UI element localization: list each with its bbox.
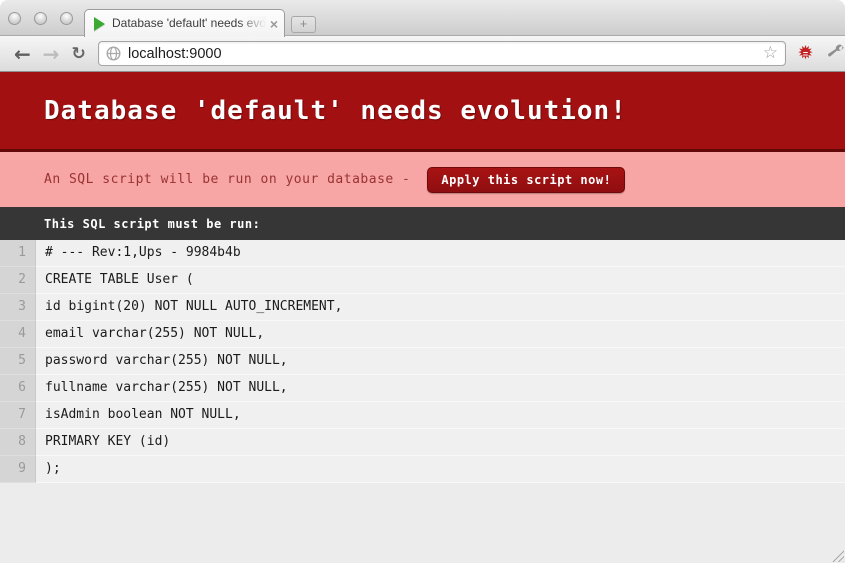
apply-script-button[interactable]: Apply this script now!: [427, 167, 625, 193]
reload-icon[interactable]: ↻: [65, 44, 92, 64]
line-number: 3: [0, 294, 36, 321]
line-text: );: [36, 456, 845, 483]
navigation-toolbar: ← → ↻ localhost:9000 ☆ ✹ =: [0, 35, 845, 72]
code-line: 2CREATE TABLE User (: [0, 267, 845, 294]
line-number: 8: [0, 429, 36, 456]
code-line: 6fullname varchar(255) NOT NULL,: [0, 375, 845, 402]
url-text[interactable]: localhost:9000: [128, 46, 763, 62]
bookmark-star-icon[interactable]: ☆: [763, 45, 778, 62]
forward-icon: →: [37, 42, 66, 66]
line-text: # --- Rev:1,Ups - 9984b4b: [36, 240, 845, 267]
line-text: PRIMARY KEY (id): [36, 429, 845, 456]
evolution-banner: An SQL script will be run on your databa…: [0, 152, 845, 207]
code-line: 1# --- Rev:1,Ups - 9984b4b: [0, 240, 845, 267]
line-text: password varchar(255) NOT NULL,: [36, 348, 845, 375]
error-header: Database 'default' needs evolution!: [0, 72, 845, 152]
line-number: 2: [0, 267, 36, 294]
wrench-icon: [826, 42, 844, 60]
line-number: 5: [0, 348, 36, 375]
new-tab-button[interactable]: +: [291, 16, 316, 33]
line-number: 6: [0, 375, 36, 402]
address-bar[interactable]: localhost:9000 ☆: [98, 41, 786, 66]
line-text: fullname varchar(255) NOT NULL,: [36, 375, 845, 402]
back-icon[interactable]: ←: [8, 42, 37, 66]
line-number: 1: [0, 240, 36, 267]
code-line: 8PRIMARY KEY (id): [0, 429, 845, 456]
globe-icon: [106, 46, 121, 61]
extension-button[interactable]: ✹ =: [795, 43, 816, 64]
code-line: 4email varchar(255) NOT NULL,: [0, 321, 845, 348]
resize-grip[interactable]: [831, 549, 844, 562]
page-background: [0, 483, 845, 563]
line-text: id bigint(20) NOT NULL AUTO_INCREMENT,: [36, 294, 845, 321]
tab-title: Database 'default' needs evol: [112, 16, 266, 31]
banner-message: An SQL script will be run on your databa…: [44, 172, 410, 187]
code-line: 7isAdmin boolean NOT NULL,: [0, 402, 845, 429]
window-close-button[interactable]: [8, 12, 21, 25]
line-number: 7: [0, 402, 36, 429]
play-favicon-icon: [94, 17, 105, 31]
script-header-bar: This SQL script must be run:: [0, 207, 845, 240]
browser-tab[interactable]: Database 'default' needs evol ×: [84, 9, 285, 37]
line-text: email varchar(255) NOT NULL,: [36, 321, 845, 348]
window-zoom-button[interactable]: [60, 12, 73, 25]
browser-window: Database 'default' needs evol × + ← → ↻ …: [0, 0, 845, 563]
line-text: CREATE TABLE User (: [36, 267, 845, 294]
tab-title-fade: [238, 16, 266, 31]
tab-close-icon[interactable]: ×: [270, 17, 278, 31]
code-line: 9);: [0, 456, 845, 483]
code-line: 5password varchar(255) NOT NULL,: [0, 348, 845, 375]
line-number: 4: [0, 321, 36, 348]
window-minimize-button[interactable]: [34, 12, 47, 25]
code-line: 3id bigint(20) NOT NULL AUTO_INCREMENT,: [0, 294, 845, 321]
page-title: Database 'default' needs evolution!: [44, 96, 627, 126]
line-number: 9: [0, 456, 36, 483]
extension-equals-glyph: =: [803, 49, 808, 59]
sql-script-lines: 1# --- Rev:1,Ups - 9984b4b2CREATE TABLE …: [0, 240, 845, 483]
script-header-label: This SQL script must be run:: [44, 217, 260, 231]
line-text: isAdmin boolean NOT NULL,: [36, 402, 845, 429]
wrench-menu-button[interactable]: [824, 42, 845, 65]
titlebar: Database 'default' needs evol × +: [0, 0, 845, 35]
page-content: Database 'default' needs evolution! An S…: [0, 72, 845, 563]
